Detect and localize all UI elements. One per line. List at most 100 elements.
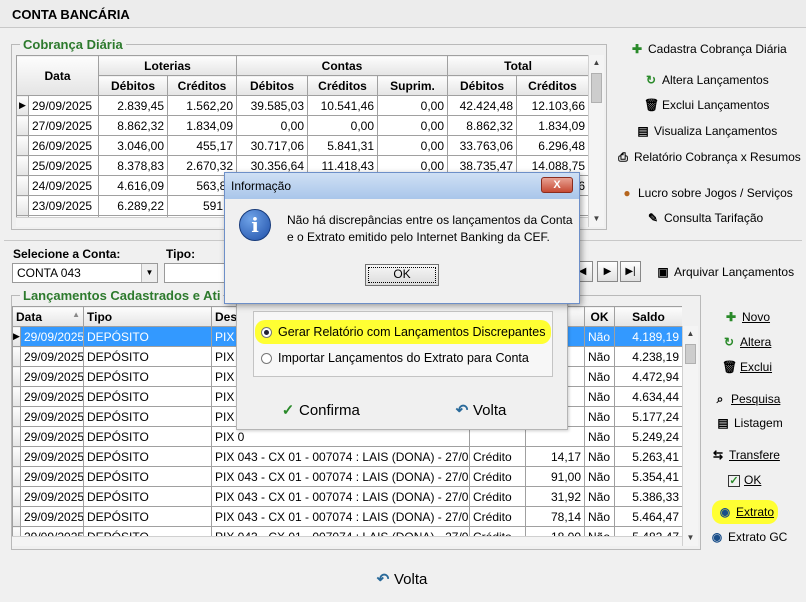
lucro-button[interactable]: ● Lucro sobre Jogos / Serviços: [620, 186, 792, 200]
cobranca-row[interactable]: ▶ 29/09/2025 2.839,45 1.562,20 39.585,03 10.5…: [16, 95, 588, 116]
scroll-thumb[interactable]: [685, 344, 696, 364]
cobranca-scrollbar[interactable]: ▲ ▼: [588, 55, 604, 227]
cobranca-cell[interactable]: 1.562,20: [167, 95, 238, 116]
row-indicator[interactable]: [12, 526, 21, 536]
row-indicator[interactable]: [16, 175, 29, 196]
next-page-button[interactable]: ▶: [597, 261, 618, 282]
col-lot-creditos[interactable]: Créditos: [167, 75, 238, 96]
lancamento-tipo-cell[interactable]: DEPÓSITO: [83, 366, 212, 387]
lancamento-desc-cell[interactable]: PIX 043 - CX 01 - 007074 : LAIS (DONA) -…: [211, 506, 470, 527]
row-indicator[interactable]: [12, 506, 21, 527]
lancamento-data-cell[interactable]: 29/09/2025: [20, 486, 84, 507]
col-tot-debitos[interactable]: Débitos: [447, 75, 518, 96]
lancamento-saldo-cell[interactable]: 4.472,94: [614, 366, 682, 387]
lancamento-valor-cell[interactable]: 14,17: [525, 446, 585, 467]
lancamento-cd-cell[interactable]: Crédito: [469, 466, 526, 487]
volta-button[interactable]: ↶ Volta: [376, 570, 428, 588]
cobranca-cell[interactable]: 8.862,32: [98, 115, 169, 136]
lancamento-saldo-cell[interactable]: 5.482,47: [614, 526, 682, 536]
altera-button[interactable]: ↻ Altera: [722, 335, 771, 349]
lancamento-data-cell[interactable]: 29/09/2025: [20, 366, 84, 387]
extrato-button[interactable]: ◉ Extrato: [718, 505, 774, 519]
cobranca-cell[interactable]: 39.585,03: [236, 95, 309, 116]
lancamento-desc-cell[interactable]: PIX 043 - CX 01 - 007074 : LAIS (DONA) -…: [211, 486, 470, 507]
row-indicator[interactable]: [12, 386, 21, 407]
cobranca-cell[interactable]: 0,00: [377, 135, 449, 156]
cobranca-cell[interactable]: 3.046,00: [98, 135, 169, 156]
lancamento-tipo-cell[interactable]: DEPÓSITO: [83, 446, 212, 467]
lancamento-desc-cell[interactable]: PIX 043 - CX 01 - 007074 : LAIS (DONA) -…: [211, 446, 470, 467]
option-importar[interactable]: Importar Lançamentos do Extrato para Con…: [261, 351, 529, 365]
confirma-button[interactable]: ✓ Confirma: [281, 401, 360, 419]
lancamento-row[interactable]: 29/09/2025DEPÓSITOPIX 043 - CX 01 - 0070…: [12, 486, 682, 507]
row-indicator[interactable]: [16, 135, 29, 156]
lancamento-cd-cell[interactable]: Crédito: [469, 526, 526, 536]
lancamento-ok-cell[interactable]: Não: [584, 446, 615, 467]
lancamento-valor-cell[interactable]: 18,00: [525, 526, 585, 536]
lancamento-saldo-cell[interactable]: 4.189,19: [614, 326, 682, 347]
col-tot-creditos[interactable]: Créditos: [516, 75, 588, 96]
lancamento-ok-cell[interactable]: Não: [584, 426, 615, 447]
row-indicator[interactable]: [16, 155, 29, 176]
col-con-suprim[interactable]: Suprim.: [377, 75, 449, 96]
lancamento-cd-cell[interactable]: Crédito: [469, 506, 526, 527]
row-indicator[interactable]: [16, 115, 29, 136]
scroll-up-icon[interactable]: ▲: [589, 55, 604, 71]
row-pointer-icon[interactable]: ▶: [12, 326, 21, 347]
radio-selected-icon[interactable]: [261, 327, 272, 339]
lancamento-saldo-cell[interactable]: 4.634,44: [614, 386, 682, 407]
lancamento-valor-cell[interactable]: 91,00: [525, 466, 585, 487]
lancamento-ok-cell[interactable]: Não: [584, 346, 615, 367]
lancamento-tipo-cell[interactable]: DEPÓSITO: [83, 426, 212, 447]
lancamentos-hscroll[interactable]: [12, 536, 682, 546]
listagem-button[interactable]: ▤ Listagem: [716, 416, 782, 430]
lancamento-ok-cell[interactable]: Não: [584, 366, 615, 387]
cobranca-cell[interactable]: 23/09/2025: [27, 195, 100, 216]
lancamento-data-cell[interactable]: 29/09/2025: [20, 466, 84, 487]
exclui-lancamentos-button[interactable]: 🗑 Exclui Lançamentos: [644, 98, 769, 112]
col-lanc-data[interactable]: Data ▲: [12, 306, 84, 327]
lancamentos-scrollbar[interactable]: ▲ ▼: [682, 326, 698, 546]
lancamento-data-cell[interactable]: 29/09/2025: [20, 426, 84, 447]
chevron-down-icon[interactable]: ▼: [141, 264, 157, 282]
col-data[interactable]: Data: [16, 55, 100, 96]
transfere-button[interactable]: ⇆ Transfere: [711, 448, 780, 462]
lancamento-data-cell[interactable]: 29/09/2025: [20, 506, 84, 527]
lancamento-saldo-cell[interactable]: 5.464,47: [614, 506, 682, 527]
row-pointer-icon[interactable]: ▶: [16, 95, 29, 116]
lancamento-saldo-cell[interactable]: 5.177,24: [614, 406, 682, 427]
col-lanc-ok[interactable]: OK: [584, 306, 615, 327]
cobranca-cell[interactable]: 8.378,83: [98, 155, 169, 176]
relatorio-button[interactable]: ⎙ Relatório Cobrança x Resumos: [616, 150, 801, 165]
cobranca-cell[interactable]: 29/09/2025: [27, 95, 100, 116]
row-indicator[interactable]: [16, 195, 29, 216]
row-indicator[interactable]: [12, 446, 21, 467]
lancamento-saldo-cell[interactable]: 4.238,19: [614, 346, 682, 367]
lancamento-valor-cell[interactable]: 31,92: [525, 486, 585, 507]
info-ok-button[interactable]: OK: [365, 264, 439, 286]
cobranca-cell[interactable]: 455,17: [167, 135, 238, 156]
extrato-gc-button[interactable]: ◉ Extrato GC: [710, 530, 788, 544]
lancamento-cd-cell[interactable]: Crédito: [469, 446, 526, 467]
col-lot-debitos[interactable]: Débitos: [98, 75, 169, 96]
lancamento-saldo-cell[interactable]: 5.386,33: [614, 486, 682, 507]
lancamento-tipo-cell[interactable]: DEPÓSITO: [83, 326, 212, 347]
consulta-tarifacao-button[interactable]: ✎ Consulta Tarifação: [646, 211, 763, 225]
cobranca-cell[interactable]: 27/09/2025: [27, 115, 100, 136]
cobranca-row[interactable]: 27/09/2025 8.862,32 1.834,09 0,00 0,00 0,00 8.…: [16, 115, 588, 136]
cobranca-cell[interactable]: 33.763,06: [447, 135, 518, 156]
cadastra-cobranca-button[interactable]: ✚ Cadastra Cobrança Diária: [630, 42, 787, 56]
pesquisa-button[interactable]: ⌕ Pesquisa: [713, 392, 781, 407]
lancamento-data-cell[interactable]: 29/09/2025: [20, 326, 84, 347]
cobranca-cell[interactable]: 5.841,31: [307, 135, 379, 156]
lancamento-row[interactable]: 29/09/2025DEPÓSITOPIX 043 - CX 01 - 0070…: [12, 526, 682, 536]
scroll-thumb[interactable]: [591, 73, 602, 103]
cobranca-cell[interactable]: 6.289,22: [98, 195, 169, 216]
novo-button[interactable]: ✚ Novo: [724, 310, 770, 324]
lancamento-cd-cell[interactable]: Crédito: [469, 486, 526, 507]
lancamento-data-cell[interactable]: 29/09/2025: [20, 446, 84, 467]
col-con-creditos[interactable]: Créditos: [307, 75, 379, 96]
lancamento-data-cell[interactable]: 29/09/2025: [20, 386, 84, 407]
radio-icon[interactable]: [261, 353, 272, 365]
lancamento-tipo-cell[interactable]: DEPÓSITO: [83, 346, 212, 367]
